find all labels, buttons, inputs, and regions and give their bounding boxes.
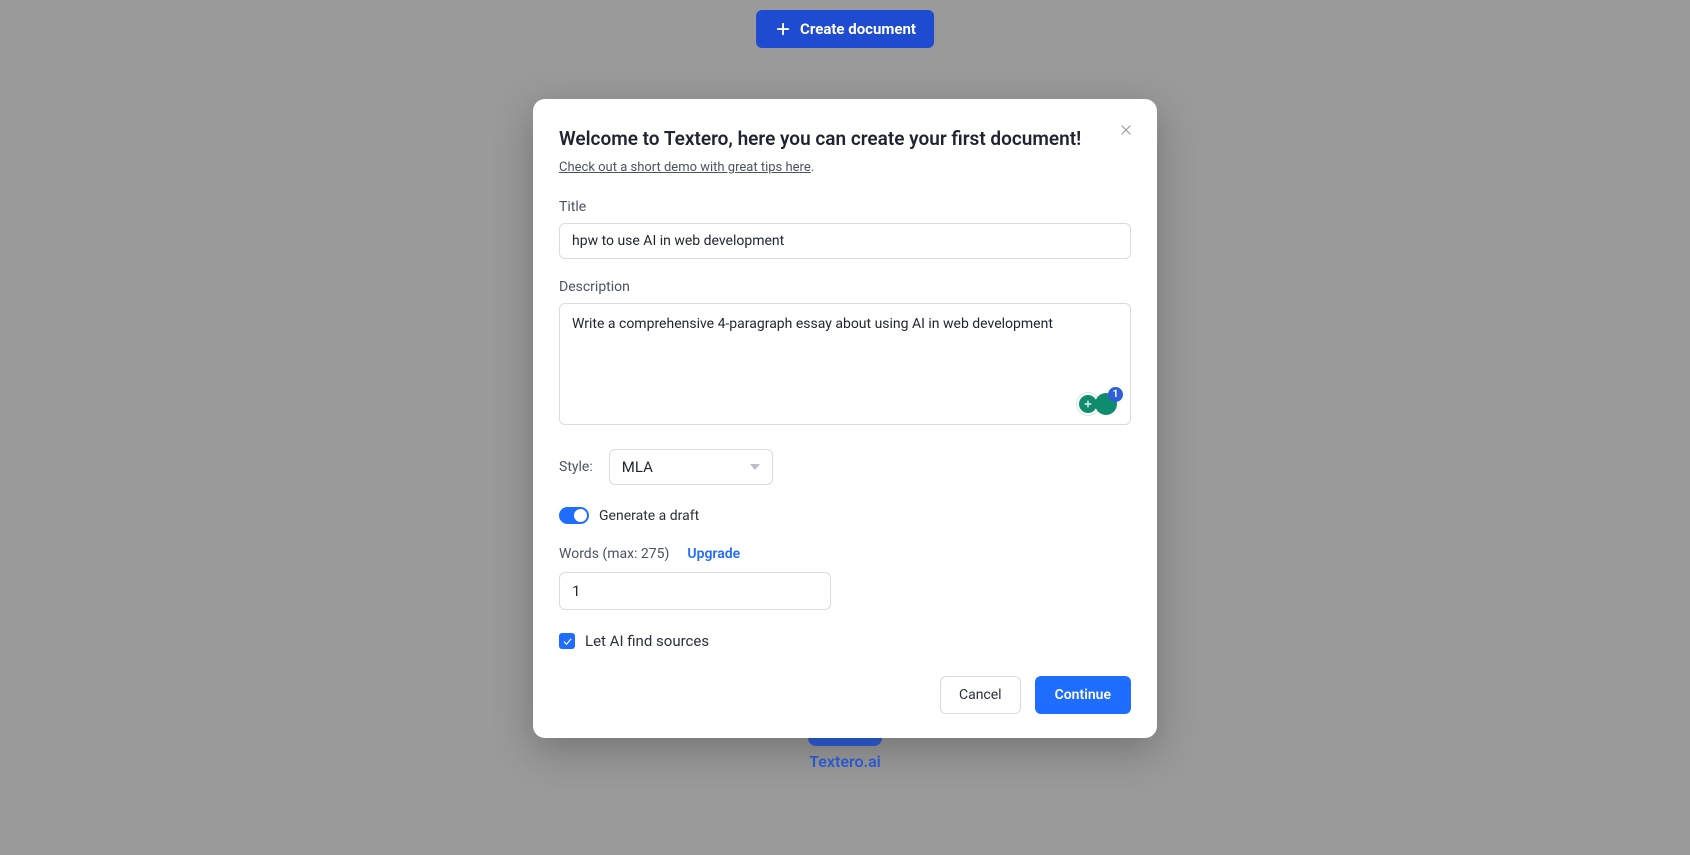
words-label: Words (max: 275)	[559, 546, 669, 562]
grammarly-count: 1	[1108, 387, 1123, 402]
generate-draft-toggle[interactable]	[559, 507, 589, 524]
words-input[interactable]	[559, 572, 831, 610]
title-label: Title	[559, 199, 1131, 215]
style-selected-value: MLA	[622, 458, 653, 476]
create-document-label: Create document	[800, 20, 916, 38]
chevron-down-icon	[750, 464, 760, 470]
check-icon	[562, 636, 573, 647]
generate-draft-label: Generate a draft	[599, 508, 699, 524]
create-document-modal: Welcome to Textero, here you can create …	[533, 99, 1157, 738]
description-textarea[interactable]	[559, 303, 1131, 425]
style-select[interactable]: MLA	[609, 449, 773, 485]
ai-sources-checkbox[interactable]	[559, 633, 575, 649]
cancel-button[interactable]: Cancel	[940, 676, 1021, 714]
close-icon	[1119, 123, 1133, 137]
brand-name: Textero.ai	[808, 752, 882, 771]
description-label: Description	[559, 279, 1131, 295]
close-button[interactable]	[1113, 117, 1139, 143]
ai-sources-label: Let AI find sources	[585, 632, 709, 650]
grammarly-status-icon: 1	[1095, 393, 1117, 415]
style-label: Style:	[559, 459, 593, 475]
create-document-button[interactable]: Create document	[756, 10, 934, 48]
modal-title: Welcome to Textero, here you can create …	[559, 127, 1131, 150]
demo-link-dot: .	[811, 160, 814, 175]
title-input[interactable]	[559, 223, 1131, 259]
continue-button[interactable]: Continue	[1035, 676, 1131, 714]
plus-icon	[774, 20, 792, 38]
demo-link[interactable]: Check out a short demo with great tips h…	[559, 160, 811, 175]
grammarly-badge[interactable]: 1	[1077, 393, 1117, 415]
upgrade-link[interactable]: Upgrade	[687, 546, 740, 562]
